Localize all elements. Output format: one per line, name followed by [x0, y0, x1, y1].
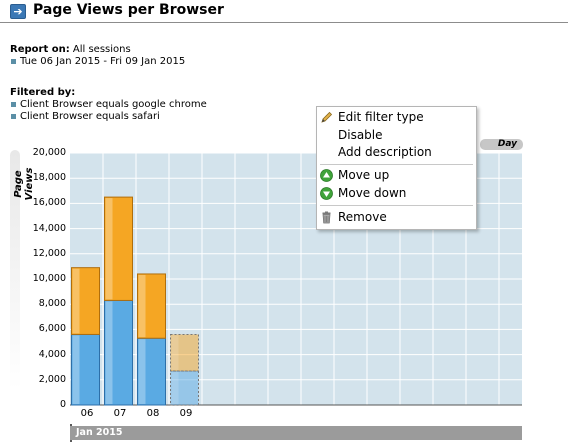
- bar-highlight: [72, 335, 80, 404]
- menu-item-remove[interactable]: Remove: [317, 209, 476, 226]
- trash-icon: [322, 211, 331, 224]
- y-tick-label: 8,000: [38, 298, 66, 310]
- menu-separator: [320, 164, 473, 165]
- y-tick-label: 14,000: [32, 222, 66, 234]
- arrow-down-circle-icon: [320, 187, 333, 200]
- menu-item-edit-filter-type[interactable]: Edit filter type: [317, 109, 476, 126]
- menu-item-disable[interactable]: Disable: [317, 127, 476, 144]
- period-bar[interactable]: Jan 2015: [70, 426, 522, 440]
- x-tick-label: 06: [80, 408, 94, 419]
- menu-item-move-up[interactable]: Move up: [317, 167, 476, 184]
- x-tick-label: 07: [113, 408, 127, 419]
- bar-highlight: [171, 371, 179, 404]
- menu-item-label: Edit filter type: [338, 110, 424, 124]
- y-tick-label: 16,000: [32, 197, 66, 209]
- y-tick-label: 10,000: [32, 273, 66, 284]
- bar-highlight: [138, 274, 146, 338]
- menu-item-label: Move up: [338, 168, 390, 182]
- x-tick-label: 08: [146, 408, 160, 419]
- bar-highlight: [138, 339, 146, 404]
- bar-highlight: [171, 335, 179, 370]
- y-tick-label: 0: [59, 399, 66, 410]
- menu-item-label: Move down: [338, 186, 407, 200]
- menu-item-label: Add description: [338, 145, 432, 159]
- bar-highlight: [105, 301, 113, 404]
- y-tick-label: 6,000: [38, 323, 66, 335]
- menu-separator: [320, 205, 473, 206]
- y-tick-label: 20,000: [32, 147, 66, 158]
- menu-item-label: Remove: [338, 210, 387, 224]
- filter-context-menu: Edit filter type Disable Add description…: [316, 106, 477, 230]
- y-tick-label: 18,000: [32, 172, 66, 184]
- arrow-up-circle-icon: [320, 169, 333, 182]
- pencil-icon: [321, 111, 333, 123]
- menu-item-label: Disable: [338, 128, 383, 142]
- y-tick-label: 12,000: [32, 247, 66, 259]
- bar-highlight: [72, 268, 80, 334]
- page-views-chart: [70, 152, 522, 406]
- y-tick-label: 4,000: [38, 348, 66, 360]
- y-tick-label: 2,000: [38, 373, 66, 385]
- menu-item-add-description[interactable]: Add description: [317, 144, 476, 161]
- menu-item-move-down[interactable]: Move down: [317, 185, 476, 202]
- x-tick-label: 09: [179, 408, 193, 419]
- bar-highlight: [105, 198, 113, 300]
